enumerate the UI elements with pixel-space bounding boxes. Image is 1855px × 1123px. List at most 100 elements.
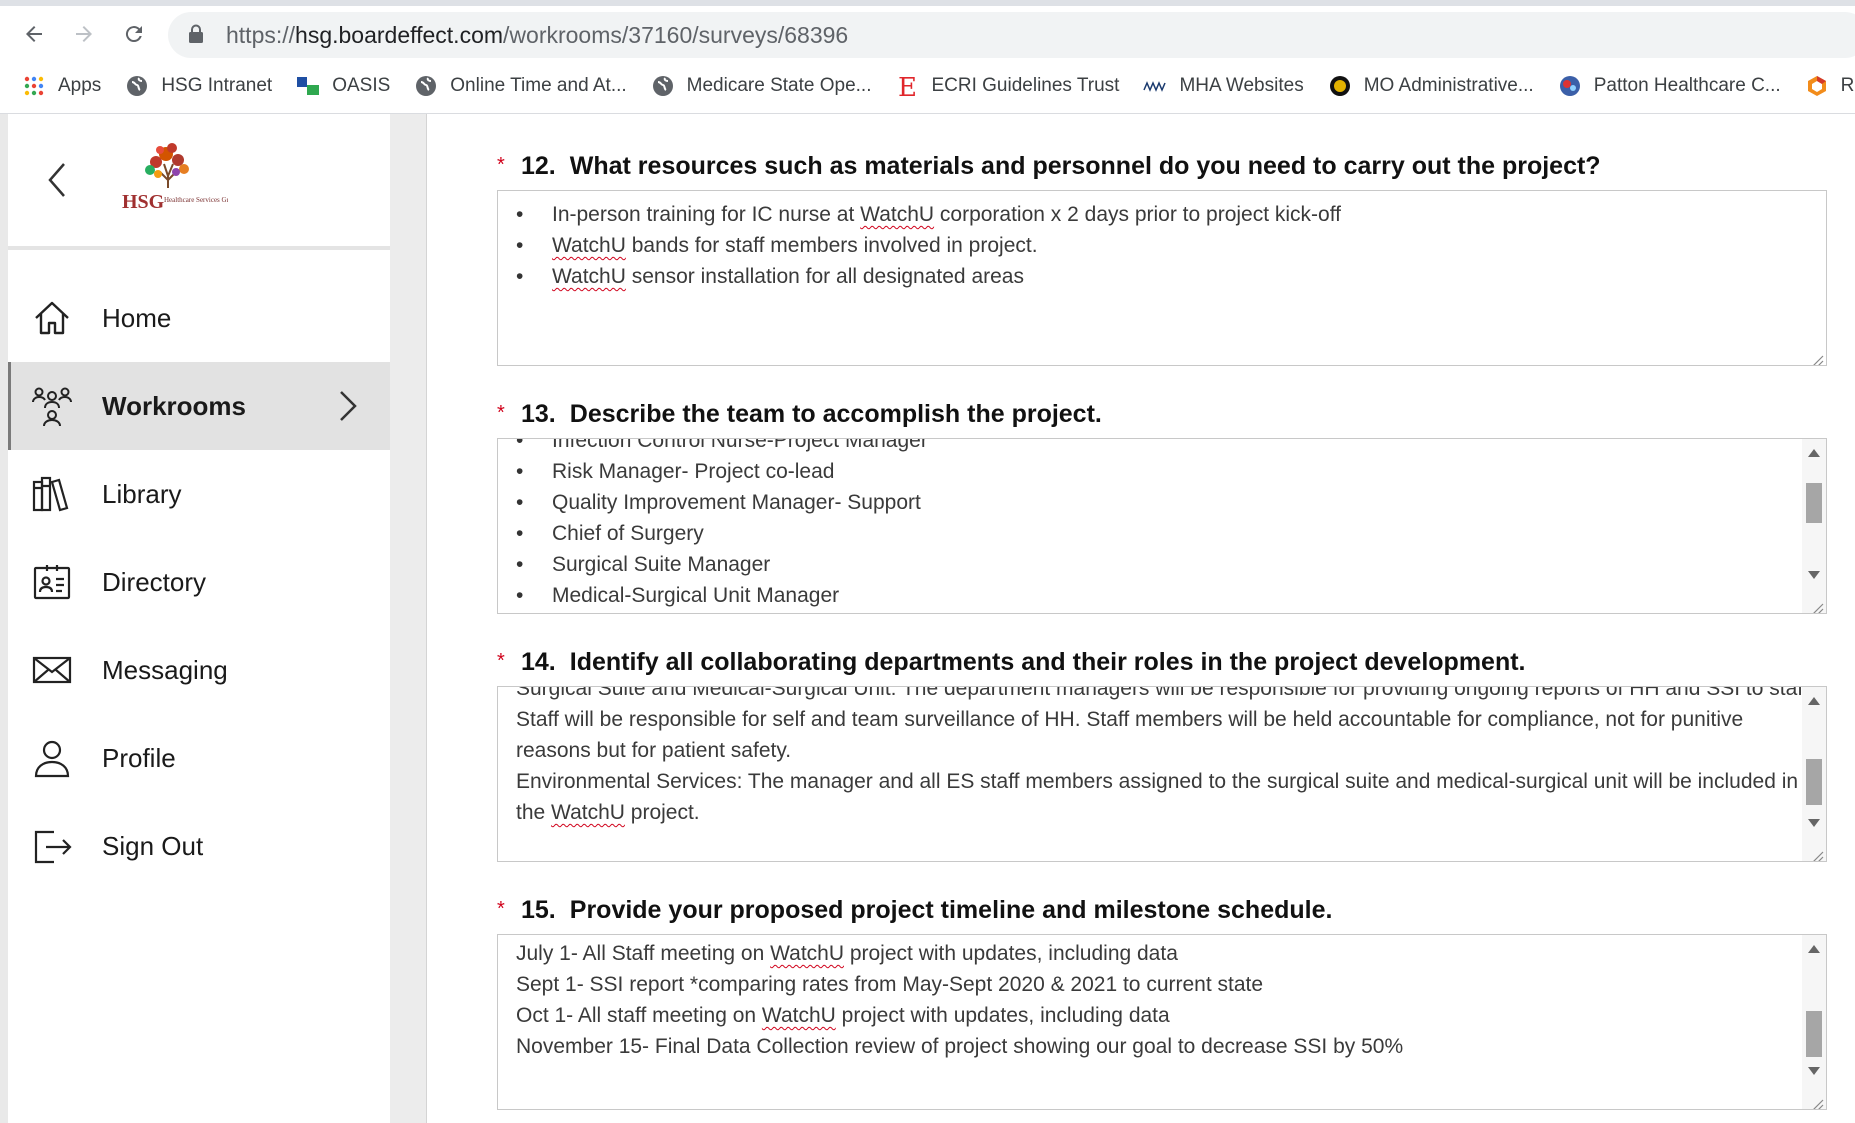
answer-textarea[interactable]: In-person training for IC nurse at Watch… bbox=[497, 190, 1827, 366]
bookmark-label: MHA Websites bbox=[1179, 75, 1304, 96]
scrollbar[interactable] bbox=[1802, 687, 1826, 861]
bookmark-label: HSG Intranet bbox=[161, 75, 273, 96]
scrollbar[interactable] bbox=[1802, 439, 1826, 613]
survey-question-13: * 13. Describe the team to accomplish the… bbox=[497, 400, 1827, 614]
text-line: the WatchU project. bbox=[498, 797, 1826, 828]
scrollbar-thumb[interactable] bbox=[1806, 759, 1822, 805]
survey-question-12: * 12. What resources such as materials an… bbox=[497, 152, 1827, 366]
bookmark-hsg-intranet[interactable]: HSG Intranet bbox=[125, 74, 272, 98]
bookmark-apps[interactable]: Apps bbox=[22, 74, 101, 98]
text-run: corporation x 2 days prior to project ki… bbox=[934, 203, 1342, 226]
sidebar-item-library[interactable]: Library bbox=[8, 450, 390, 538]
question-text: What resources such as materials and per… bbox=[569, 152, 1601, 180]
user-icon bbox=[30, 736, 74, 780]
text-line: reasons but for patient safety. bbox=[516, 739, 792, 762]
sign-out-icon bbox=[30, 824, 74, 868]
question-text: Identify all collaborating departments a… bbox=[569, 648, 1526, 676]
scrollbar-thumb[interactable] bbox=[1806, 483, 1822, 523]
lock-icon[interactable] bbox=[188, 24, 208, 46]
directory-icon bbox=[30, 560, 74, 604]
sidebar-item-label: Workrooms bbox=[102, 390, 246, 421]
sidebar-item-label: Sign Out bbox=[102, 830, 204, 861]
bookmark-label: Apps bbox=[58, 75, 102, 96]
bookmark-label: MO Administrative... bbox=[1363, 75, 1534, 96]
bookmark-mo-administrative[interactable]: MO Administrative... bbox=[1328, 74, 1534, 98]
reload-icon[interactable] bbox=[114, 14, 154, 54]
sidebar-item-sign-out[interactable]: Sign Out bbox=[8, 802, 390, 890]
bookmark-mha[interactable]: MHA Websites bbox=[1143, 74, 1304, 98]
apps-grid-icon bbox=[22, 74, 46, 98]
text-line: November 15- Final Data Collection revie… bbox=[498, 1031, 1826, 1062]
mo-seal-icon bbox=[1328, 74, 1352, 98]
answer-textarea[interactable]: Surgical Suite and Medical-Surgical Unit… bbox=[497, 686, 1827, 862]
answer-textarea[interactable]: July 1- All Staff meeting on WatchU proj… bbox=[497, 934, 1827, 1110]
resize-handle-icon[interactable] bbox=[1810, 349, 1824, 365]
scrollbar[interactable] bbox=[1802, 935, 1826, 1109]
text-line: July 1- All Staff meeting on WatchU proj… bbox=[498, 938, 1826, 969]
scroll-up-arrow-icon[interactable] bbox=[1808, 449, 1820, 457]
bookmark-rural[interactable]: Rural bbox=[1805, 74, 1855, 98]
scroll-up-arrow-icon[interactable] bbox=[1808, 945, 1820, 953]
bookmark-oasis[interactable]: OASIS bbox=[296, 74, 390, 98]
bookmark-online-time[interactable]: Online Time and At... bbox=[414, 74, 627, 98]
logo-text: HSG bbox=[122, 191, 165, 213]
text-run: July 1- All Staff meeting on bbox=[516, 942, 771, 965]
answer-text: Surgical Suite and Medical-Surgical Unit… bbox=[498, 687, 1826, 828]
url-path: /workrooms/37160/surveys/68396 bbox=[503, 21, 849, 48]
bookmark-label: ECRI Guidelines Trust bbox=[931, 75, 1120, 96]
resize-handle-icon[interactable] bbox=[1810, 845, 1824, 861]
forward-arrow-icon[interactable] bbox=[64, 14, 104, 54]
misspelled-word: WatchU bbox=[761, 1004, 836, 1027]
resize-handle-icon[interactable] bbox=[1810, 1093, 1824, 1109]
sidebar-item-label: Directory bbox=[102, 566, 207, 597]
resize-handle-icon[interactable] bbox=[1810, 597, 1824, 613]
sidebar-item-label: Messaging bbox=[102, 654, 228, 685]
required-marker: * bbox=[497, 898, 505, 920]
question-number: 15. bbox=[521, 896, 556, 924]
scroll-down-arrow-icon[interactable] bbox=[1808, 1067, 1820, 1075]
misspelled-word: WatchU bbox=[551, 801, 625, 824]
collapse-sidebar-button[interactable] bbox=[34, 150, 80, 210]
chevron-right-icon bbox=[336, 386, 360, 426]
sidebar-item-messaging[interactable]: Messaging bbox=[8, 626, 390, 714]
back-arrow-icon[interactable] bbox=[14, 14, 54, 54]
sidebar-item-profile[interactable]: Profile bbox=[8, 714, 390, 802]
survey-question-15: * 15. Provide your proposed project timel… bbox=[497, 896, 1827, 1110]
list-item: Quality Improvement Manager- Support bbox=[498, 487, 1826, 518]
bookmark-patton[interactable]: Patton Healthcare C... bbox=[1558, 74, 1781, 98]
misspelled-word: WatchU bbox=[552, 234, 626, 257]
url-host: hsg.boardeffect.com bbox=[295, 21, 504, 48]
text-line: Staff will be responsible for self and t… bbox=[516, 708, 1744, 731]
sidebar-item-label: Library bbox=[102, 478, 182, 509]
list-item: Risk Manager- Project co-lead bbox=[498, 456, 1826, 487]
sidebar-header: HSG Healthcare Services Group bbox=[8, 114, 390, 246]
bookmark-medicare[interactable]: Medicare State Ope... bbox=[651, 74, 871, 98]
bookmark-label: Online Time and At... bbox=[450, 75, 627, 96]
scroll-down-arrow-icon[interactable] bbox=[1808, 571, 1820, 579]
sidebar-item-home[interactable]: Home bbox=[8, 274, 390, 362]
question-number: 14. bbox=[521, 648, 556, 676]
bookmark-ecri[interactable]: E ECRI Guidelines Trust bbox=[895, 73, 1120, 99]
question-title: * 12. What resources such as materials an… bbox=[497, 152, 1827, 182]
list-item: Medical-Surgical Unit Manager bbox=[498, 580, 1826, 611]
bookmark-label: OASIS bbox=[332, 75, 391, 96]
sidebar-item-workrooms[interactable]: Workrooms bbox=[8, 362, 390, 450]
scroll-down-arrow-icon[interactable] bbox=[1808, 819, 1820, 827]
sidebar-item-directory[interactable]: Directory bbox=[8, 538, 390, 626]
rural-icon bbox=[1805, 74, 1829, 98]
text-run: project with updates, including data bbox=[835, 1004, 1170, 1027]
url-text[interactable]: https://hsg.boardeffect.com/workrooms/37… bbox=[226, 22, 848, 49]
scrollbar-thumb[interactable] bbox=[1806, 1011, 1822, 1057]
address-bar[interactable]: https://hsg.boardeffect.com/workrooms/37… bbox=[168, 12, 1855, 58]
survey-question-14: * 14. Identify all collaborating departme… bbox=[497, 648, 1827, 862]
answer-list: Infection Control Nurse-Project Manager … bbox=[498, 439, 1826, 611]
workrooms-icon bbox=[30, 384, 74, 428]
logo-subtext: Healthcare Services Group bbox=[164, 196, 228, 204]
required-marker: * bbox=[497, 154, 505, 176]
text-run: project. bbox=[624, 801, 700, 824]
answer-textarea[interactable]: Infection Control Nurse-Project Manager … bbox=[497, 438, 1827, 614]
misspelled-word: WatchU bbox=[770, 942, 844, 965]
home-icon bbox=[30, 296, 74, 340]
scroll-up-arrow-icon[interactable] bbox=[1808, 697, 1820, 705]
list-item: In-person training for IC nurse at Watch… bbox=[498, 199, 1826, 230]
